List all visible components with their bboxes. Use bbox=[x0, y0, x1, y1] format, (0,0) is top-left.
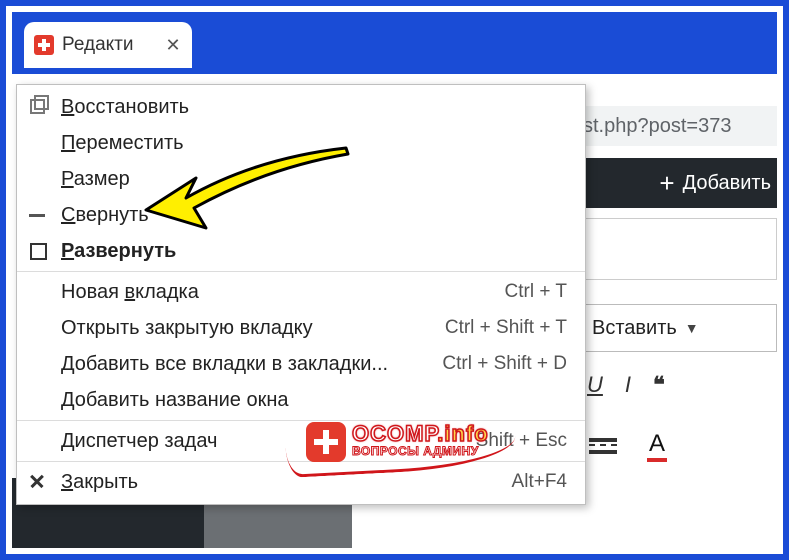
outer-frame: Редакти ✕ st.php?post=373 + Добавить Вст… bbox=[0, 0, 789, 560]
tab-title: Редакти bbox=[62, 34, 156, 56]
menu-item-new-tab[interactable]: Новая вкладка Ctrl + T bbox=[17, 274, 585, 310]
favicon-plus-icon bbox=[34, 35, 54, 55]
menu-item-restore[interactable]: Восстановить bbox=[17, 89, 585, 125]
italic-button[interactable]: I bbox=[625, 372, 631, 398]
menu-item-name-window[interactable]: Добавить название окна bbox=[17, 382, 585, 418]
maximize-icon bbox=[29, 242, 47, 260]
menu-item-maximize[interactable]: Развернуть bbox=[17, 233, 585, 269]
shortcut-label: Ctrl + T bbox=[505, 281, 567, 303]
menu-item-bookmark-all[interactable]: Добавить все вкладки в закладки... Ctrl … bbox=[17, 346, 585, 382]
shortcut-label: Alt+F4 bbox=[512, 471, 567, 493]
menu-separator bbox=[17, 271, 585, 272]
browser-tab[interactable]: Редакти ✕ bbox=[24, 22, 192, 68]
insert-button[interactable]: Вставить ▼ bbox=[577, 304, 777, 352]
minimize-icon bbox=[29, 206, 47, 224]
menu-item-reopen-tab[interactable]: Открыть закрытую вкладку Ctrl + Shift + … bbox=[17, 310, 585, 346]
separator-icon[interactable] bbox=[589, 435, 617, 457]
editor-panel bbox=[577, 218, 777, 280]
shortcut-label: Ctrl + Shift + D bbox=[442, 353, 567, 375]
shortcut-label: Ctrl + Shift + T bbox=[445, 317, 567, 339]
address-bar-fragment[interactable]: st.php?post=373 bbox=[577, 106, 777, 146]
insert-label: Вставить bbox=[592, 317, 677, 340]
editor-right-column: Вставить ▼ U I ❝ A bbox=[577, 208, 777, 548]
menu-item-close[interactable]: Закрыть Alt+F4 bbox=[17, 464, 585, 500]
browser-tabstrip: Редакти ✕ bbox=[12, 12, 777, 74]
menu-separator bbox=[17, 461, 585, 462]
restore-icon bbox=[29, 98, 47, 116]
tab-close-icon[interactable]: ✕ bbox=[164, 36, 182, 54]
text-color-button[interactable]: A bbox=[647, 430, 667, 462]
menu-item-move[interactable]: Переместить bbox=[17, 125, 585, 161]
underline-button[interactable]: U bbox=[587, 372, 603, 398]
menu-item-minimize[interactable]: Свернуть bbox=[17, 197, 585, 233]
menu-separator bbox=[17, 420, 585, 421]
close-icon bbox=[29, 473, 47, 491]
menu-item-size[interactable]: Размер bbox=[17, 161, 585, 197]
chevron-down-icon: ▼ bbox=[685, 320, 699, 336]
shortcut-label: Shift + Esc bbox=[476, 430, 567, 452]
url-text: st.php?post=373 bbox=[583, 115, 731, 138]
wp-admin-bar: + Добавить bbox=[577, 158, 777, 208]
format-toolbar-2: A bbox=[577, 430, 777, 462]
add-button[interactable]: Добавить bbox=[683, 172, 771, 195]
format-toolbar: U I ❝ bbox=[577, 372, 777, 398]
menu-item-task-manager[interactable]: Диспетчер задач Shift + Esc bbox=[17, 423, 585, 459]
quote-button[interactable]: ❝ bbox=[653, 372, 665, 398]
plus-icon: + bbox=[659, 170, 674, 196]
window-context-menu: Восстановить Переместить Размер Свернуть… bbox=[16, 84, 586, 505]
